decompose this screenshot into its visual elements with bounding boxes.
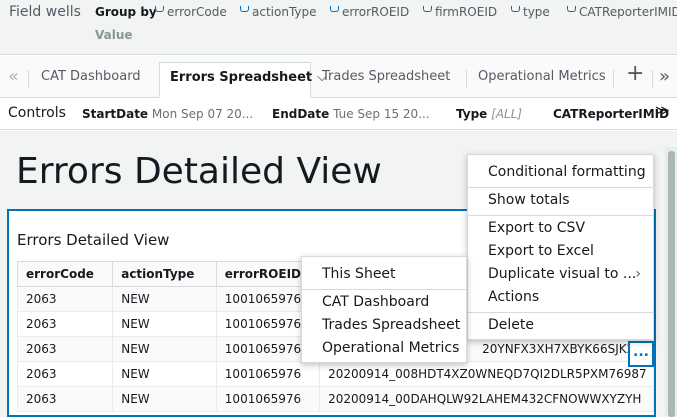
table-cell: 2063 (16, 286, 114, 312)
visual-title: Errors Detailed View (17, 231, 170, 249)
field-pill-errorroeid[interactable]: errorROEID (330, 5, 409, 19)
field-wells-panel: Field wells Group by Value errorCode act… (0, 0, 677, 55)
column-header[interactable]: actionType (112, 261, 217, 287)
table-cell: 2063 (16, 311, 114, 337)
tab-trades-spreadsheet[interactable]: Trades Spreadsheet (312, 62, 460, 98)
dimension-icon (423, 6, 432, 12)
chevron-right-icon: › (635, 266, 641, 282)
menu-item-actions[interactable]: Actions (468, 289, 653, 305)
field-pill-label: firmROEID (435, 5, 498, 19)
field-pill-label: errorCode (167, 5, 227, 19)
menu-item-export-csv[interactable]: Export to CSV (468, 220, 653, 236)
visual-options-menu: Conditional formatting Show totals Expor… (467, 154, 654, 340)
reporter-control[interactable]: CATReporterIMID (553, 107, 669, 121)
table-cell: NEW (112, 336, 217, 362)
visual-more-options-button[interactable]: ... (628, 341, 654, 367)
type-control[interactable]: Type [ALL] (456, 107, 522, 121)
sheet-title: Errors Detailed View (16, 151, 382, 192)
field-pill-actiontype[interactable]: actionType (240, 5, 317, 19)
field-pill-type[interactable]: type (511, 5, 550, 19)
field-pill-errorcode[interactable]: errorCode (155, 5, 227, 19)
menu-item-show-totals[interactable]: Show totals (468, 192, 653, 208)
end-date-control[interactable]: EndDate Tue Sep 15 20... (272, 107, 430, 121)
tab-divider (466, 70, 467, 88)
dimension-icon (155, 6, 164, 12)
submenu-item-cat-dashboard[interactable]: CAT Dashboard (302, 294, 466, 310)
controls-title[interactable]: Controls (8, 105, 66, 121)
end-date-label: EndDate (272, 107, 330, 121)
menu-divider (468, 215, 653, 216)
field-pill-label: errorROEID (342, 5, 410, 19)
dimension-icon (330, 6, 339, 12)
submenu-item-operational-metrics[interactable]: Operational Metrics (302, 340, 466, 356)
menu-item-export-excel[interactable]: Export to Excel (468, 243, 653, 259)
tab-cat-dashboard[interactable]: CAT Dashboard (31, 62, 151, 98)
menu-item-duplicate-visual[interactable]: Duplicate visual to ... (468, 266, 653, 282)
submenu-item-trades-spreadsheet[interactable]: Trades Spreadsheet (302, 317, 466, 333)
field-pill-label: CATReporterIMID (579, 5, 677, 19)
tab-label: Errors Spreadsheet (170, 70, 313, 85)
end-date-value: Tue Sep 15 20... (333, 107, 430, 121)
field-pill-catreporterimid[interactable]: CATReporterIMID (567, 5, 677, 19)
field-pill-label: actionType (252, 5, 317, 19)
collapse-controls-icon[interactable]: ≫ (655, 103, 670, 119)
table-cell: 20200914_008HDT4XZ0WNEQD7QI2DLR5PXM76987 (319, 361, 654, 387)
table-cell: NEW (112, 361, 217, 387)
table-cell: 20200914_00DAHQLW92LAHEM432CFNOWWXYZYH (319, 386, 654, 412)
menu-divider (468, 312, 653, 313)
plus-icon[interactable]: + (626, 61, 644, 86)
table-cell: NEW (112, 286, 217, 312)
table-cell: 1001065976 (215, 361, 321, 387)
start-date-control[interactable]: StartDate Mon Sep 07 20... (82, 107, 253, 121)
reporter-label: CATReporterIMID (553, 107, 670, 121)
tab-divider (28, 70, 29, 88)
duplicate-visual-submenu: This Sheet CAT Dashboard Trades Spreadsh… (301, 256, 467, 363)
table-row: 2063 NEW 1001065976 20200914_00DAHQLW92L… (16, 386, 654, 412)
dimension-icon (240, 6, 249, 12)
menu-item-label: Duplicate visual to ... (488, 266, 637, 282)
menu-item-conditional-formatting[interactable]: Conditional formatting (468, 164, 653, 180)
start-date-value: Mon Sep 07 20... (151, 107, 254, 121)
table-cell: NEW (112, 311, 217, 337)
group-by-label: Group by (95, 5, 157, 19)
field-pill-label: type (523, 5, 550, 19)
table-cell: 2063 (16, 361, 114, 387)
table-cell: 2063 (16, 386, 114, 412)
table-cell: 2063 (16, 336, 114, 362)
sheet-tabs-bar: « CAT Dashboard Errors Spreadsheet ⌵ Trad… (0, 56, 677, 98)
double-chevron-right-icon[interactable]: » (659, 66, 670, 87)
field-pill-firmroeid[interactable]: firmROEID (423, 5, 497, 19)
table-cell: NEW (112, 386, 217, 412)
controls-bar: Controls StartDate Mon Sep 07 20... EndD… (0, 98, 677, 130)
value-label: Value (95, 28, 133, 42)
column-header[interactable]: errorCode (16, 261, 114, 287)
menu-divider (468, 187, 653, 188)
type-value: [ALL] (491, 107, 523, 121)
tab-divider (613, 70, 614, 88)
table-cell: 1001065976 (215, 386, 321, 412)
tab-errors-spreadsheet[interactable]: Errors Spreadsheet ⌵ (159, 62, 327, 98)
double-chevron-left-icon[interactable]: « (8, 66, 19, 87)
tab-divider (652, 70, 653, 88)
dimension-icon (511, 6, 520, 12)
tab-operational-metrics[interactable]: Operational Metrics (468, 62, 616, 98)
menu-divider (302, 289, 466, 290)
scrollbar-thumb[interactable] (668, 151, 675, 417)
submenu-item-this-sheet[interactable]: This Sheet (302, 266, 466, 282)
table-row: 2063 NEW 1001065976 20200914_008HDT4XZ0W… (16, 361, 654, 387)
menu-item-delete[interactable]: Delete (468, 317, 653, 333)
type-label: Type (456, 107, 488, 121)
dimension-icon (567, 6, 576, 12)
field-wells-title[interactable]: Field wells (9, 4, 81, 20)
start-date-label: StartDate (82, 107, 149, 121)
